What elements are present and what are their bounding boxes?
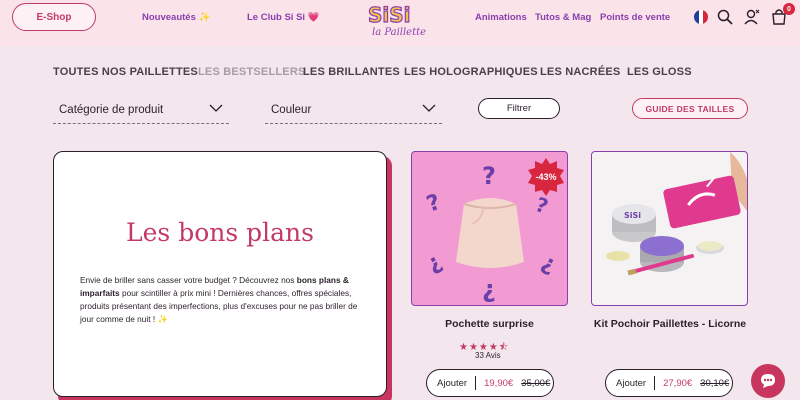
product-image-pochette-surprise[interactable]: ? ? ? ¿ ¿ ¿ -43% [411,151,568,306]
price-current: 19,90€ [484,377,514,389]
chat-button[interactable] [751,364,785,398]
price-old: 30,10€ [700,377,730,389]
svg-text:?: ? [532,192,551,219]
promo-text-part-1: Envie de briller sans casser votre budge… [80,275,297,285]
nav-link-club[interactable]: Le Club Si Si 💗 [247,12,320,23]
nav-link-tutos[interactable]: Tutos & Mag [535,12,591,23]
svg-text:?: ? [482,162,496,190]
nav-link-animations[interactable]: Animations [475,12,527,23]
account-icon[interactable] [743,8,761,26]
svg-text:¿: ¿ [537,250,559,278]
add-to-cart-button[interactable]: Ajouter 19,90€ 35,00€ [426,369,554,397]
product-image-kit-pochoir[interactable]: SiSi [591,151,748,306]
tab-les-nacrees[interactable]: LES NACRÉES [540,66,620,78]
add-to-cart-label: Ajouter [437,377,468,389]
category-select[interactable]: Catégorie de produit [53,96,229,124]
tab-les-brillantes[interactable]: LES BRILLANTES [303,66,400,78]
discount-badge: -43% [528,158,564,196]
product-name[interactable]: Pochette surprise [411,318,568,330]
button-divider [475,376,477,390]
promo-title: Les bons plans [126,218,314,247]
tab-les-gloss[interactable]: LES GLOSS [627,66,692,78]
product-name[interactable]: Kit Pochoir Paillettes - Licorne [585,318,755,330]
svg-text:SiSi: SiSi [624,211,641,220]
tab-les-bestsellers[interactable]: LES BESTSELLERS [198,66,306,78]
color-select-label: Couleur [271,103,312,116]
promo-text-part-2: pour scintiller à prix mini ! Dernières … [80,288,358,324]
svg-text:la Paillette: la Paillette [372,27,426,38]
svg-text:¿: ¿ [482,275,496,303]
category-select-label: Catégorie de produit [59,103,164,116]
tab-toutes-nos-paillettes[interactable]: TOUTES NOS PAILLETTES [53,66,198,78]
promo-card: Les bons plans Envie de briller sans cas… [53,151,387,397]
site-logo[interactable]: SiSi la Paillette [362,0,426,40]
tab-les-holographiques[interactable]: LES HOLOGRAPHIQUES [404,66,538,78]
promo-description: Envie de briller sans casser votre budge… [80,274,368,326]
search-icon[interactable] [716,8,734,26]
price-current: 27,90€ [663,377,693,389]
flag-fr-icon[interactable] [692,8,710,26]
review-count[interactable]: 33 Avis [475,351,501,360]
product-photo-kit: SiSi [606,152,747,276]
discount-label: -43% [535,172,556,182]
nav-link-nouveautes[interactable]: Nouveautés ✨ [142,12,210,23]
svg-text:SiSi: SiSi [368,3,411,27]
color-select[interactable]: Couleur [265,96,442,124]
site-header: E-Shop Nouveautés ✨ Le Club Si Si 💗 SiSi… [0,0,800,46]
chevron-down-icon [422,104,436,112]
filter-button[interactable]: Filtrer [478,98,560,119]
cart-count-badge: 0 [783,3,795,15]
button-divider [654,376,656,390]
svg-text:?: ? [424,190,445,218]
price-old: 35,00€ [521,377,551,389]
add-to-cart-button[interactable]: Ajouter 27,90€ 30,10€ [605,369,733,397]
add-to-cart-label: Ajouter [616,377,647,389]
chevron-down-icon [209,104,223,112]
size-guide-button[interactable]: GUIDE DES TAILLES [632,98,748,119]
eshop-button[interactable]: E-Shop [12,3,96,31]
chat-bubble-icon [761,374,775,388]
svg-text:¿: ¿ [423,249,447,277]
nav-link-points-de-vente[interactable]: Points de vente [600,12,670,23]
